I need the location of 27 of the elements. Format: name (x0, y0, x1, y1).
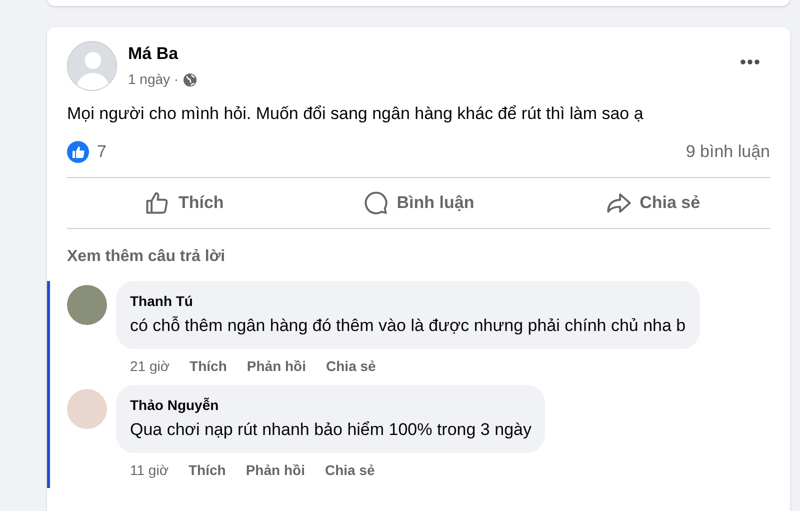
globe-icon (182, 72, 197, 86)
more-replies-link[interactable]: Xem thêm câu trả lời (67, 248, 226, 265)
comment-text: Qua chơi nạp rút nhanh bảo hiểm 100% trong 3 ngày (130, 419, 532, 441)
commenter-name[interactable]: Thảo Nguyễn (130, 395, 532, 416)
comment-count[interactable]: 9 bình luận (686, 139, 770, 165)
comment-action-link[interactable]: Thích (188, 460, 226, 481)
author-name[interactable]: Má Ba (128, 43, 197, 65)
share-button[interactable]: Chia sẻ (536, 178, 770, 228)
comment-text: có chỗ thêm ngân hàng đó thêm vào là được nhưng phải chính chủ nha b (130, 315, 686, 337)
comment-action-link[interactable]: Phản hồi (246, 460, 305, 481)
like-reaction-icon[interactable] (67, 141, 89, 163)
comment-action-link[interactable]: Phản hồi (246, 356, 306, 377)
like-count[interactable]: 7 (97, 139, 106, 165)
post-text: Mọi người cho mình hỏi. Muốn đổi sang ngân hàng khác để rút thì làm sao ạ (66, 103, 644, 125)
comment-time[interactable]: 21 giờ (130, 356, 170, 377)
like-button[interactable]: Thích (67, 178, 302, 228)
more-options-icon[interactable] (740, 59, 760, 65)
comment-time[interactable]: 11 giờ (130, 460, 168, 481)
speech-bubble-icon (362, 190, 389, 216)
thumbs-up-icon (144, 190, 170, 216)
comment-action-link[interactable]: Thích (190, 356, 227, 377)
comment-action-link[interactable]: Chia sẻ (326, 356, 376, 377)
post-time[interactable]: 1 ngày · (128, 69, 179, 90)
avatar-photo-placeholder[interactable] (67, 285, 107, 325)
comment-action-link[interactable]: Chia sẻ (324, 460, 375, 481)
commenter-name[interactable]: Thanh Tú (130, 291, 686, 312)
comment-button[interactable]: Bình luận (301, 178, 536, 228)
